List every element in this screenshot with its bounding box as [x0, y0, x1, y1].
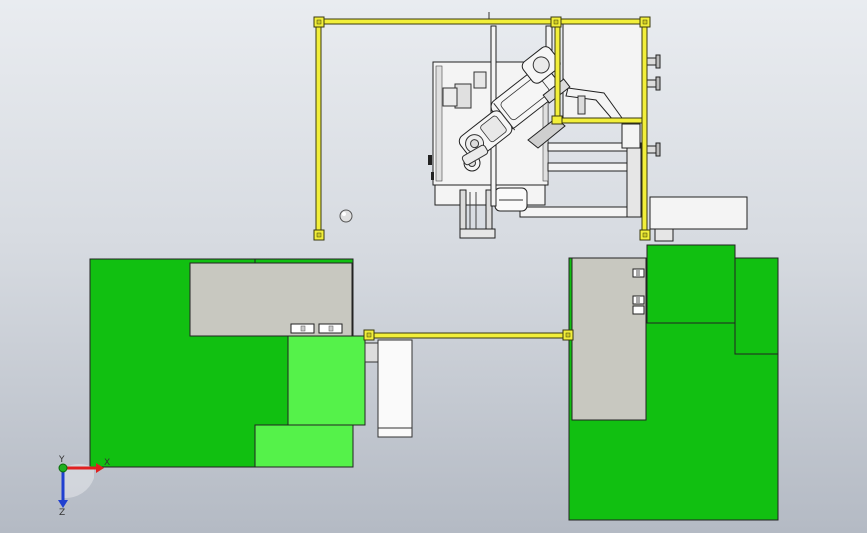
- left-machine-lower-block[interactable]: [254, 424, 354, 468]
- axis-z-label: Z: [59, 508, 65, 518]
- frame-node-mr[interactable]: [551, 115, 563, 125]
- frame-mid-beam[interactable]: [559, 117, 643, 124]
- frame-top-beam[interactable]: [321, 18, 645, 25]
- center-slide[interactable]: [364, 339, 413, 438]
- axis-z-arrow-icon: [58, 500, 68, 508]
- left-machine[interactable]: [89, 258, 366, 468]
- axis-y-label: Y: [58, 455, 65, 465]
- right-machine-tower[interactable]: [646, 244, 736, 324]
- guide-rail-lower[interactable]: [547, 162, 637, 172]
- cad-viewport[interactable]: X Y Z: [0, 0, 867, 533]
- assembly-scene[interactable]: X Y Z: [0, 0, 867, 533]
- frame-connector-beam[interactable]: [372, 332, 567, 339]
- right-machine[interactable]: [568, 244, 779, 521]
- slide-rail[interactable]: [377, 339, 413, 438]
- right-clamp-3[interactable]: [632, 305, 645, 315]
- guide-rail-bottom[interactable]: [519, 206, 641, 218]
- frame-left-post[interactable]: [315, 22, 322, 234]
- right-machine-top-plate[interactable]: [571, 257, 647, 421]
- axis-x-label: X: [104, 458, 110, 468]
- frame-mid-post[interactable]: [554, 23, 561, 121]
- axis-y-dot: [58, 463, 68, 473]
- origin-marker[interactable]: [339, 209, 353, 223]
- slide-bracket[interactable]: [364, 342, 380, 363]
- left-machine-side-block[interactable]: [287, 335, 366, 426]
- robot-cell[interactable]: [339, 12, 748, 242]
- side-control-unit[interactable]: [649, 196, 748, 230]
- frame-right-post[interactable]: [641, 23, 648, 235]
- right-machine-rear-block[interactable]: [734, 257, 779, 355]
